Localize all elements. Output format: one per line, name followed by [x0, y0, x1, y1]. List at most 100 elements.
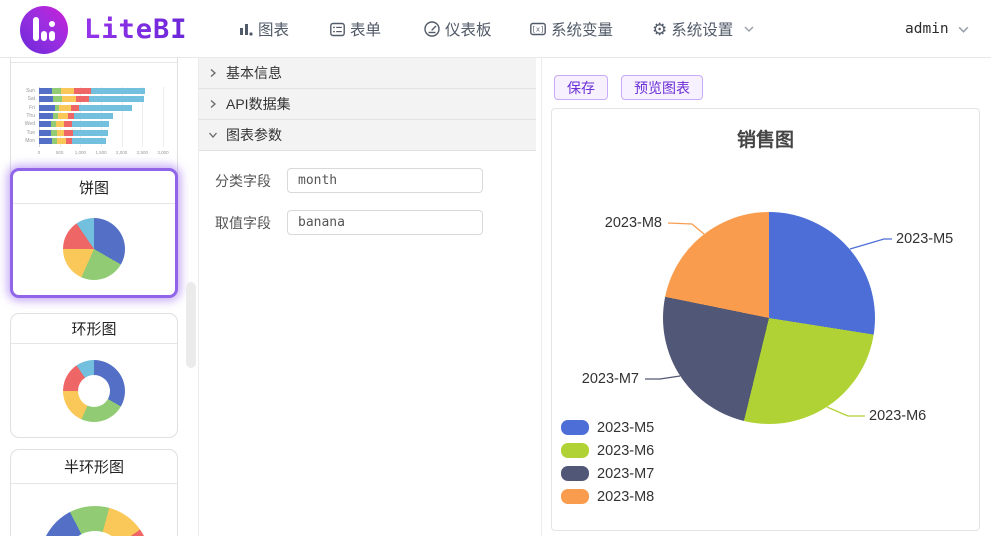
sales-pie-chart[interactable] — [663, 212, 875, 424]
legend-item[interactable]: 2023-M5 — [561, 419, 655, 436]
field-row-category: 分类字段 — [215, 168, 541, 193]
accordion-label: API数据集 — [226, 96, 291, 112]
accordion-label: 基本信息 — [226, 65, 282, 81]
chart-type-sidebar: 0 500 1,000 1,500 2,000 2,500 3,000 Sun Sat Fri Th… — [0, 58, 199, 536]
logo-bar — [41, 31, 47, 41]
pie-thumbnail — [63, 218, 125, 280]
thumb-bar-segment — [71, 121, 110, 128]
gear-icon: ⚙ — [652, 19, 668, 39]
nav-label: 系统变量 — [551, 22, 614, 39]
legend-item[interactable]: 2023-M6 — [561, 442, 655, 459]
chevron-down-icon — [209, 132, 217, 138]
pie-slice-label: 2023-M8 — [604, 215, 662, 231]
variable-icon: [x] — [530, 22, 546, 36]
category-field-input[interactable] — [287, 168, 483, 193]
value-field-input[interactable] — [287, 210, 483, 235]
legend-swatch — [561, 489, 589, 504]
chart-type-card-pie[interactable]: 饼图 — [10, 168, 178, 298]
legend-item[interactable]: 2023-M8 — [561, 488, 655, 505]
card-title: 饼图 — [13, 171, 175, 204]
thumb-stacked-bar — [39, 104, 132, 111]
field-label: 分类字段 — [215, 172, 271, 189]
nav-charts[interactable]: 图表 — [238, 0, 289, 58]
thumb-category-label: Sat — [27, 96, 35, 103]
donut-thumbnail — [63, 360, 125, 422]
app-window: LiteBI 图表 表单 仪表板 [x] 系统变量 ⚙ 系统设置 admin 0… — [0, 0, 991, 536]
pie-slice-label: 2023-M7 — [581, 371, 639, 387]
thumb-bar-segment — [90, 88, 146, 94]
accordion-chart-params[interactable]: 图表参数 — [199, 120, 536, 151]
legend-label: 2023-M5 — [597, 419, 655, 436]
pie-slice-label: 2023-M6 — [869, 408, 927, 424]
thumb-bar-segment — [70, 104, 79, 111]
field-label: 取值字段 — [215, 214, 271, 231]
chart-legend: 2023-M5 2023-M6 2023-M7 2023-M8 — [561, 419, 655, 505]
card-title: 半环形图 — [11, 450, 177, 484]
preview-panel: 保存 预览图表 销售图 2023-M5 2023-M6 2023-M7 2023… — [542, 58, 991, 536]
accordion-basic-info[interactable]: 基本信息 — [199, 58, 536, 89]
chevron-down-icon — [958, 26, 969, 33]
app-logo-icon — [20, 6, 68, 54]
save-button[interactable]: 保存 — [554, 75, 608, 100]
chart-type-card-half-donut[interactable]: 半环形图 — [10, 449, 178, 536]
thumb-bar-segment — [56, 129, 65, 136]
logo-bar — [33, 17, 39, 41]
thumb-bar-segment — [64, 129, 74, 136]
connector-m8 — [667, 222, 705, 235]
preview-chart-button[interactable]: 预览图表 — [621, 75, 703, 100]
thumb-stacked-bar — [39, 121, 110, 128]
user-menu[interactable]: admin — [905, 0, 970, 58]
thumb-bar-segment — [60, 88, 74, 94]
thumb-stacked-bar — [39, 112, 113, 119]
thumb-category-label: Sun — [26, 88, 35, 94]
thumb-bar-segment — [73, 129, 108, 136]
thumb-bar-segment — [39, 121, 52, 128]
pie-slice-label: 2023-M5 — [896, 231, 954, 247]
chart-config-panel: 基本信息 API数据集 图表参数 分类字段 取值字段 — [199, 58, 542, 536]
half-donut-hole — [65, 531, 125, 536]
legend-label: 2023-M7 — [597, 465, 655, 482]
thumb-category-label: Wed — [24, 121, 35, 128]
thumb-bar-segment — [55, 121, 64, 128]
nav-dashboard[interactable]: 仪表板 — [423, 0, 492, 58]
chart-type-card-donut[interactable]: 环形图 — [10, 313, 178, 438]
card-title: 环形图 — [11, 314, 177, 344]
thumb-bar-segment — [89, 96, 145, 103]
svg-text:[x]: [x] — [532, 26, 545, 34]
thumb-bar-segment — [78, 104, 132, 111]
thumb-category-label: Tue — [26, 129, 35, 136]
thumb-axis-tick: 3,000 — [157, 150, 169, 155]
thumb-bar-segment — [58, 112, 68, 119]
connector-m6 — [826, 406, 865, 417]
sidebar-scrollbar[interactable] — [186, 282, 196, 368]
thumb-bar-segment — [39, 112, 53, 119]
legend-swatch — [561, 443, 589, 458]
thumb-gridline — [163, 87, 164, 147]
thumb-category-label: Mon — [25, 137, 35, 144]
thumb-bar-segment — [75, 96, 90, 103]
nav-forms[interactable]: 表单 — [329, 0, 381, 58]
thumb-bar-segment — [39, 137, 53, 144]
chevron-right-icon — [210, 100, 216, 108]
nav-label: 表单 — [350, 22, 382, 39]
logo-dot — [49, 21, 55, 27]
chart-preview-card: 销售图 2023-M5 2023-M6 2023-M7 2023-M8 2023… — [551, 108, 980, 531]
nav-system-settings[interactable]: ⚙ 系统设置 — [652, 0, 755, 58]
accordion-api-dataset[interactable]: API数据集 — [199, 89, 536, 120]
thumb-bar-segment — [63, 121, 72, 128]
field-row-value: 取值字段 — [215, 210, 541, 235]
legend-item[interactable]: 2023-M7 — [561, 465, 655, 482]
thumb-category-label: Thu — [26, 112, 35, 119]
thumb-stacked-bar — [39, 88, 146, 94]
thumb-bar-segment — [73, 88, 91, 94]
legend-label: 2023-M6 — [597, 442, 655, 459]
connector-m5 — [849, 238, 892, 250]
dashboard-gauge-icon — [424, 21, 440, 37]
top-navbar: LiteBI 图表 表单 仪表板 [x] 系统变量 ⚙ 系统设置 admin — [0, 0, 991, 58]
nav-system-variables[interactable]: [x] 系统变量 — [529, 0, 613, 58]
thumb-bar-segment — [39, 129, 52, 136]
thumb-bar-segment — [39, 96, 53, 103]
chart-title: 销售图 — [736, 130, 794, 151]
legend-label: 2023-M8 — [597, 488, 655, 505]
stacked-bar-thumbnail: 0 500 1,000 1,500 2,000 2,500 3,000 Sun Sat Fri Th… — [11, 85, 179, 181]
